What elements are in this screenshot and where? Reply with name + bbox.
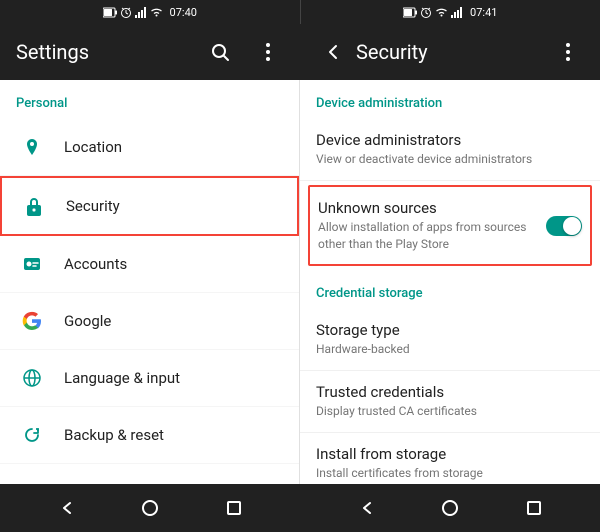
settings-item-security[interactable]: Security bbox=[0, 176, 299, 236]
alarm-icon-right bbox=[420, 6, 432, 18]
device-admin-header: Device administration bbox=[300, 80, 600, 119]
accounts-icon bbox=[16, 248, 48, 280]
install-from-storage-title: Install from storage bbox=[316, 445, 584, 463]
device-admins-title: Device administrators bbox=[316, 131, 584, 149]
trusted-credentials-subtitle: Display trusted CA certificates bbox=[316, 403, 584, 420]
battery-icon-left bbox=[103, 7, 117, 18]
settings-item-backup[interactable]: Backup & reset bbox=[0, 407, 299, 464]
wifi-icon-left bbox=[150, 7, 163, 18]
left-back-nav-button[interactable] bbox=[50, 492, 82, 524]
security-title: Security bbox=[356, 40, 544, 64]
unknown-sources-title: Unknown sources bbox=[318, 199, 546, 217]
security-item-trusted-credentials[interactable]: Trusted credentials Display trusted CA c… bbox=[300, 371, 600, 433]
settings-search-button[interactable] bbox=[204, 36, 236, 68]
storage-type-subtitle: Hardware-backed bbox=[316, 341, 584, 358]
signal-icon-right bbox=[451, 7, 463, 18]
left-recents-nav-button[interactable] bbox=[218, 492, 250, 524]
security-item-storage-type[interactable]: Storage type Hardware-backed bbox=[300, 309, 600, 371]
left-home-nav-button[interactable] bbox=[134, 492, 166, 524]
trusted-credentials-title: Trusted credentials bbox=[316, 383, 584, 401]
settings-item-language[interactable]: Language & input bbox=[0, 350, 299, 407]
settings-item-accounts[interactable]: Accounts bbox=[0, 236, 299, 293]
location-icon bbox=[16, 131, 48, 163]
left-nav-bar bbox=[0, 484, 300, 532]
right-home-nav-button[interactable] bbox=[434, 492, 466, 524]
settings-more-button[interactable] bbox=[252, 36, 284, 68]
google-icon bbox=[16, 305, 48, 337]
security-panel: Device administration Device administrat… bbox=[300, 80, 600, 484]
device-admins-subtitle: View or deactivate device administrators bbox=[316, 151, 584, 168]
settings-appbar: Settings bbox=[0, 24, 300, 80]
unknown-sources-subtitle: Allow installation of apps from sources … bbox=[318, 219, 546, 253]
language-icon bbox=[16, 362, 48, 394]
security-label: Security bbox=[66, 197, 120, 215]
right-back-nav-button[interactable] bbox=[350, 492, 382, 524]
credential-storage-header: Credential storage bbox=[300, 270, 600, 309]
accounts-label: Accounts bbox=[64, 255, 127, 273]
security-more-button[interactable] bbox=[552, 36, 584, 68]
google-label: Google bbox=[64, 312, 111, 330]
right-status-bar: 07:41 bbox=[301, 0, 600, 24]
back-button[interactable] bbox=[316, 36, 348, 68]
battery-icon-right bbox=[403, 7, 417, 18]
alarm-icon-left bbox=[120, 6, 132, 18]
right-recents-nav-button[interactable] bbox=[518, 492, 550, 524]
location-label: Location bbox=[64, 138, 122, 156]
backup-label: Backup & reset bbox=[64, 426, 164, 444]
right-nav-bar bbox=[300, 484, 600, 532]
install-from-storage-subtitle: Install certificates from storage bbox=[316, 465, 584, 482]
settings-item-google[interactable]: Google bbox=[0, 293, 299, 350]
lock-icon bbox=[18, 190, 50, 222]
security-item-device-admins[interactable]: Device administrators View or deactivate… bbox=[300, 119, 600, 181]
storage-type-title: Storage type bbox=[316, 321, 584, 339]
settings-item-location[interactable]: Location bbox=[0, 119, 299, 176]
settings-list: Personal Location Security bbox=[0, 80, 300, 484]
settings-title: Settings bbox=[16, 40, 188, 64]
security-item-unknown-sources[interactable]: Unknown sources Allow installation of ap… bbox=[308, 185, 592, 267]
security-item-install-from-storage[interactable]: Install from storage Install certificate… bbox=[300, 433, 600, 484]
signal-icon-left bbox=[135, 7, 147, 18]
left-status-bar: 07:40 bbox=[0, 0, 300, 24]
wifi-icon-right bbox=[435, 7, 448, 18]
backup-icon bbox=[16, 419, 48, 451]
security-appbar: Security bbox=[300, 24, 600, 80]
language-label: Language & input bbox=[64, 369, 180, 387]
unknown-sources-toggle[interactable] bbox=[546, 216, 582, 236]
personal-section-header: Personal bbox=[0, 80, 299, 119]
toggle-knob bbox=[563, 217, 581, 235]
right-time: 07:41 bbox=[470, 6, 497, 19]
left-time: 07:40 bbox=[170, 6, 197, 19]
